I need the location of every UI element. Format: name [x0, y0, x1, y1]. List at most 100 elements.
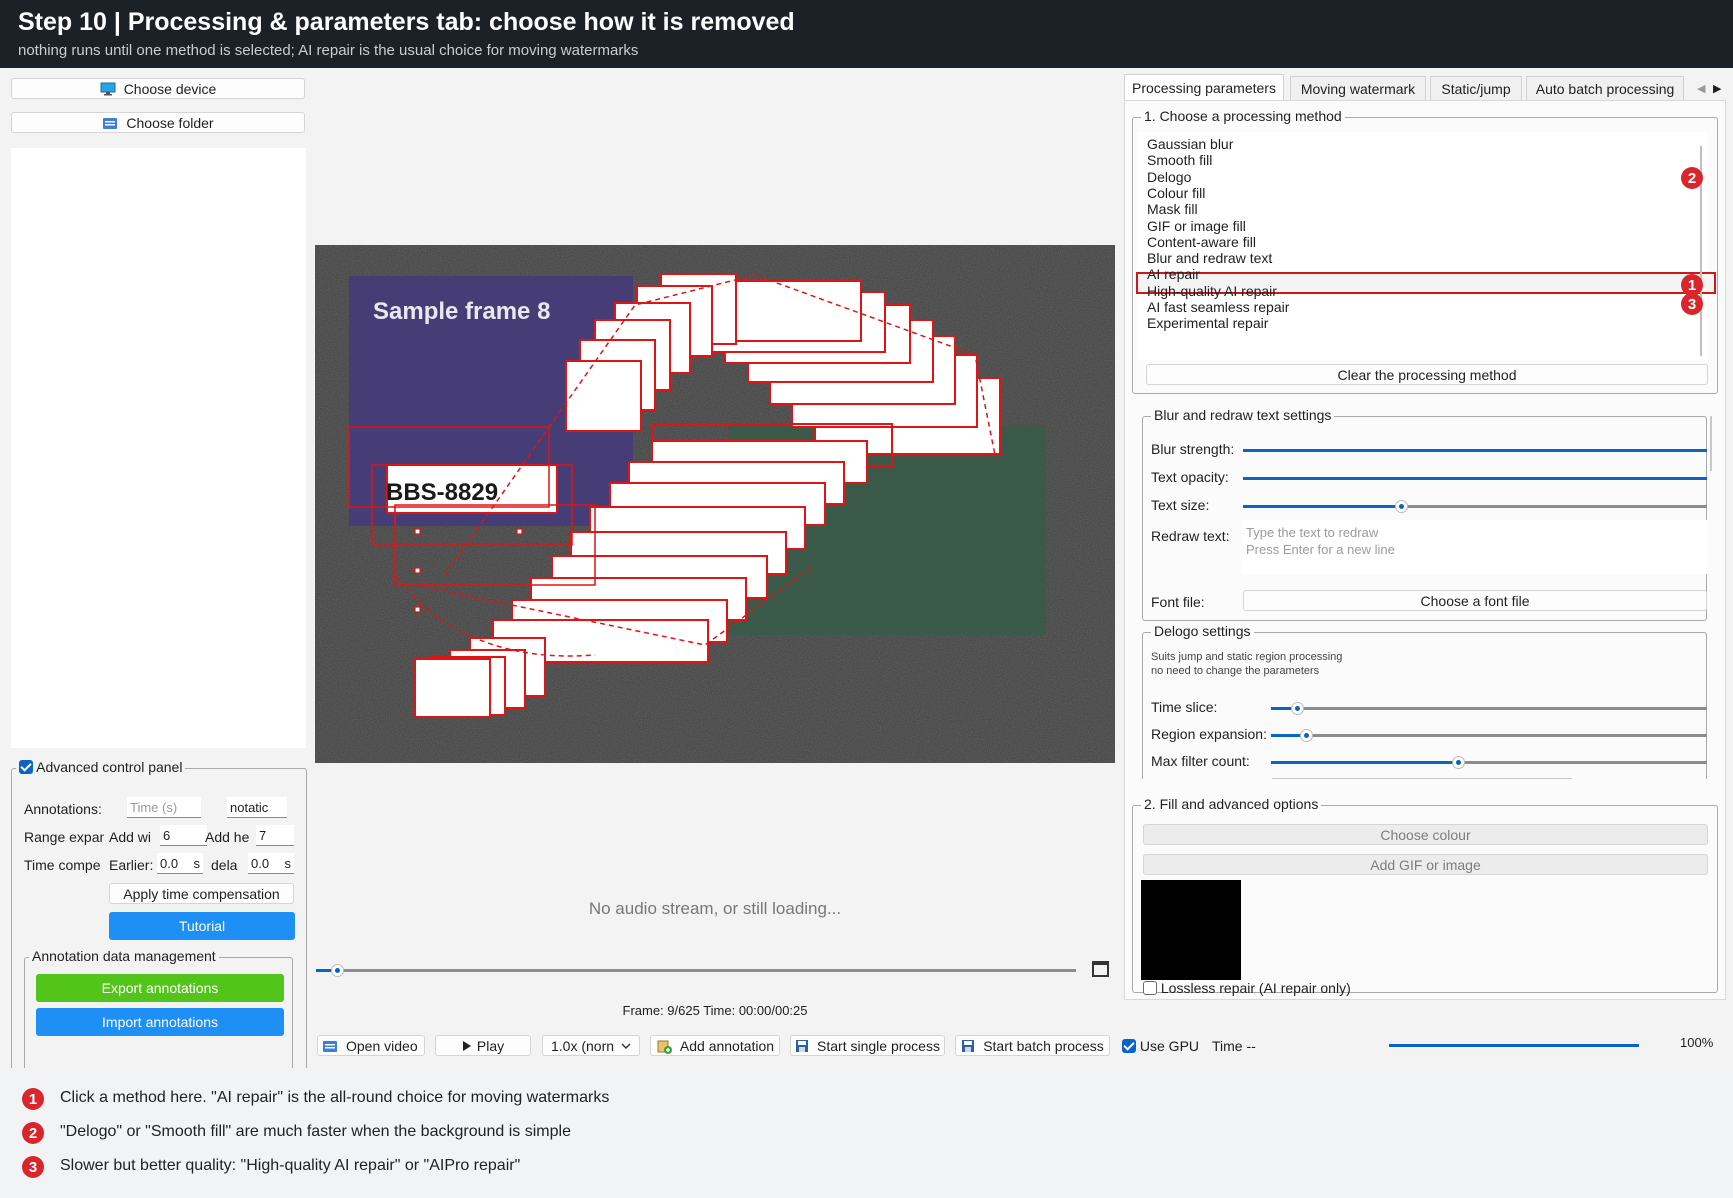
earlier-input[interactable]: 0.0 s	[157, 853, 203, 874]
section1-title: 1. Choose a processing method	[1141, 108, 1345, 124]
settings-hscrollbar[interactable]	[1272, 778, 1572, 779]
range-expansion-label: Range expan	[24, 829, 104, 845]
choose-colour-button[interactable]: Choose colour	[1143, 824, 1708, 845]
slider-knob[interactable]	[1394, 500, 1408, 513]
use-gpu-checkbox[interactable]: Use GPU	[1122, 1038, 1199, 1054]
speed-select[interactable]: 1.0x (norn	[542, 1035, 640, 1056]
play-button[interactable]: Play	[435, 1035, 531, 1056]
monitor-icon	[100, 82, 116, 95]
tutorial-button[interactable]: Tutorial	[109, 912, 295, 940]
note-1: Click a method here. "AI repair" is the …	[60, 1089, 610, 1106]
slider-knob[interactable]	[1452, 756, 1466, 769]
file-list[interactable]	[11, 148, 306, 748]
method-item[interactable]: Smooth fill	[1147, 152, 1212, 168]
open-video-label: Open video	[346, 1037, 418, 1054]
tab-moving-watermark[interactable]: Moving watermark	[1290, 76, 1426, 100]
open-video-button[interactable]: Open video	[317, 1035, 425, 1056]
method-item[interactable]: Content-aware fill	[1147, 234, 1256, 250]
method-list[interactable]: Gaussian blur Smooth fill Delogo Colour fil…	[1136, 132, 1716, 360]
blur-strength-slider[interactable]	[1243, 449, 1707, 452]
method-item[interactable]: Mask fill	[1147, 201, 1198, 217]
method-item[interactable]: Gaussian blur	[1147, 136, 1233, 152]
delogo-group-title: Delogo settings	[1151, 623, 1254, 639]
choose-device-button[interactable]: Choose device	[11, 78, 305, 99]
delay-unit: s	[284, 855, 292, 871]
font-file-label: Font file:	[1151, 594, 1205, 610]
advanced-panel-label: Advanced control panel	[36, 759, 183, 775]
text-opacity-slider[interactable]	[1243, 477, 1707, 480]
method-item[interactable]: GIF or image fill	[1147, 218, 1246, 234]
start-batch-process-button[interactable]: Start batch process	[955, 1035, 1110, 1056]
tab-processing-parameters[interactable]: Processing parameters	[1124, 74, 1284, 100]
export-annotations-button[interactable]: Export annotations	[36, 974, 284, 1002]
lossless-repair-checkbox[interactable]: Lossless repair (AI repair only)	[1143, 980, 1351, 996]
add-width-input[interactable]: 6	[160, 825, 207, 846]
tab-scroll-left-icon[interactable]: ◀	[1697, 82, 1705, 95]
add-height-label: Add he	[205, 829, 249, 845]
folder-icon	[103, 117, 118, 129]
method-item-selected[interactable]: AI repair	[1147, 266, 1200, 282]
annotation-select[interactable]: notatic	[227, 797, 287, 818]
import-annotations-button[interactable]: Import annotations	[36, 1008, 284, 1036]
method-item[interactable]: Delogo	[1147, 169, 1191, 185]
add-height-input[interactable]: 7	[256, 825, 294, 846]
seek-knob[interactable]	[331, 964, 345, 977]
lossless-repair-label: Lossless repair (AI repair only)	[1160, 980, 1351, 996]
choose-folder-label: Choose folder	[126, 114, 214, 131]
choose-folder-button[interactable]: Choose folder	[11, 112, 305, 133]
annotation-select-value: notatic	[230, 799, 269, 815]
slider-knob[interactable]	[1291, 702, 1305, 715]
processing-parameters-page: 1. Choose a processing method Gaussian b…	[1124, 100, 1726, 1000]
blur-redraw-settings: Blur and redraw text settings Blur stren…	[1142, 407, 1707, 621]
advanced-panel-toggle[interactable]: Advanced control panel	[16, 759, 186, 775]
add-annotation-icon	[657, 1040, 672, 1054]
method-item[interactable]: AI fast seamless repair	[1147, 299, 1289, 315]
method-item[interactable]: Experimental repair	[1147, 315, 1268, 331]
save-icon	[962, 1039, 975, 1052]
note-2: "Delogo" or "Smooth fill" are much faste…	[60, 1123, 571, 1140]
settings-scrollbar[interactable]	[1710, 416, 1712, 471]
annotations-label: Annotations:	[24, 801, 102, 817]
add-annotation-button[interactable]: Add annotation	[650, 1035, 780, 1056]
video-preview[interactable]: Sample frame 8 BBS-8829	[315, 245, 1115, 763]
redraw-text-input[interactable]: Type the text to redraw Press Enter for …	[1241, 520, 1707, 574]
text-size-label: Text size:	[1151, 497, 1210, 513]
add-height-value: 7	[259, 827, 267, 843]
settings-scroll-area[interactable]: Blur and redraw text settings Blur stren…	[1132, 406, 1718, 779]
slider-fill	[1243, 505, 1401, 508]
step-subtitle: nothing runs until one method is selecte…	[18, 42, 639, 59]
tab-scroll-right-icon[interactable]: ▶	[1713, 82, 1721, 95]
method-item[interactable]: Blur and redraw text	[1147, 250, 1272, 266]
time-input[interactable]: Time (s)	[127, 797, 201, 818]
add-width-label: Add wi	[109, 829, 152, 845]
time-slice-slider[interactable]	[1271, 702, 1707, 715]
start-single-process-button[interactable]: Start single process	[790, 1035, 945, 1056]
text-opacity-label: Text opacity:	[1151, 469, 1229, 485]
delay-input[interactable]: 0.0 s	[248, 853, 294, 874]
add-annotation-label: Add annotation	[679, 1037, 775, 1054]
checkbox-unchecked-icon[interactable]	[1143, 981, 1157, 995]
add-gif-image-button[interactable]: Add GIF or image	[1143, 854, 1708, 875]
fullscreen-icon[interactable]	[1092, 961, 1109, 977]
time-input-placeholder: Time (s)	[130, 799, 178, 815]
slider-fill	[1271, 761, 1459, 764]
region-expansion-label: Region expansion:	[1151, 726, 1267, 742]
time-compensation-label: Time compe	[24, 857, 101, 873]
region-expansion-slider[interactable]	[1271, 729, 1707, 742]
checkbox-checked-icon[interactable]	[1122, 1039, 1136, 1053]
clear-method-button[interactable]: Clear the processing method	[1146, 364, 1708, 385]
slider-knob[interactable]	[1299, 729, 1313, 742]
max-filter-count-slider[interactable]	[1271, 756, 1707, 769]
choose-font-file-button[interactable]: Choose a font file	[1243, 590, 1707, 611]
method-item[interactable]: Colour fill	[1147, 185, 1205, 201]
blur-group-title: Blur and redraw text settings	[1151, 407, 1335, 423]
tab-static-jump[interactable]: Static/jump	[1430, 76, 1522, 100]
tab-auto-batch-processing[interactable]: Auto batch processing	[1526, 76, 1684, 100]
method-item[interactable]: High-quality AI repair	[1147, 283, 1277, 299]
time-slice-label: Time slice:	[1151, 699, 1218, 715]
seek-slider[interactable]	[316, 964, 1076, 977]
note-badge-3: 3	[22, 1156, 44, 1178]
checkbox-checked-icon[interactable]	[19, 760, 33, 774]
apply-time-compensation-button[interactable]: Apply time compensation	[109, 883, 294, 904]
text-size-slider[interactable]	[1243, 500, 1707, 513]
